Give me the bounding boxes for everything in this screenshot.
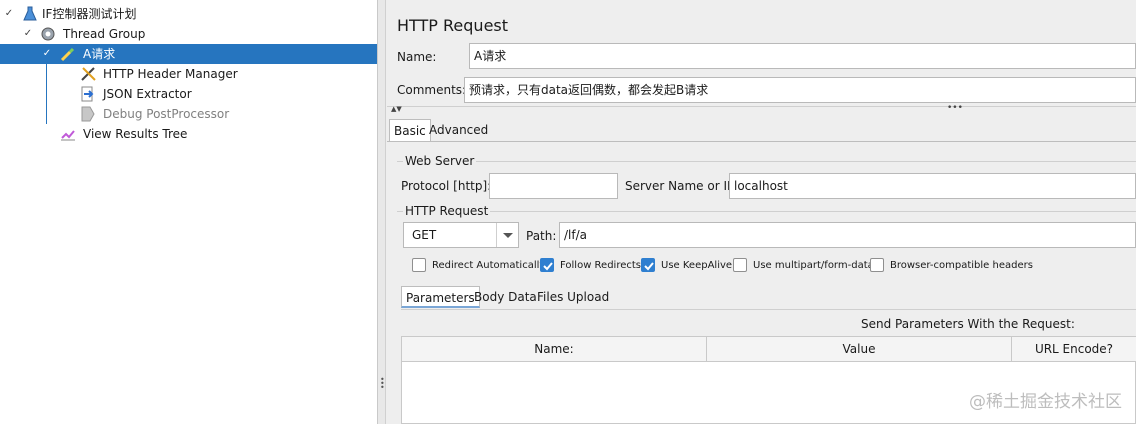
comments-field[interactable]: 预请求，只有data返回偶数，都会发起B请求 — [464, 77, 1136, 103]
multipart-checkbox[interactable] — [733, 258, 747, 272]
http-request-panel: HTTP Request Name: A请求 Comments: 预请求，只有d… — [387, 0, 1136, 424]
extractor-icon — [80, 86, 98, 102]
tree-node-label: HTTP Header Manager — [103, 67, 238, 81]
tree-node-label: JSON Extractor — [103, 87, 192, 101]
name-label: Name: — [397, 50, 437, 64]
path-label: Path: — [526, 229, 557, 243]
page-title: HTTP Request — [397, 16, 509, 35]
keepalive-checkbox[interactable] — [641, 258, 655, 272]
method-value: GET — [412, 228, 437, 242]
chevron-down-icon[interactable]: ✓ — [22, 24, 34, 44]
tree-selection-guide — [46, 62, 47, 124]
web-server-group — [397, 161, 1136, 162]
follow-redirects-checkbox[interactable] — [540, 258, 554, 272]
column-header-url-encode[interactable]: URL Encode? — [1012, 337, 1136, 362]
tab-body-data[interactable]: Body Data — [470, 286, 541, 308]
server-label: Server Name or IP: — [625, 179, 739, 193]
redirect-auto-label: Redirect Automatically — [432, 260, 546, 271]
redirect-auto-checkbox[interactable] — [412, 258, 426, 272]
comments-label: Comments: — [397, 83, 467, 97]
tree-node-label: View Results Tree — [83, 127, 188, 141]
collapse-bar[interactable]: ▲▼ ••• — [387, 103, 1136, 116]
gear-icon — [40, 26, 58, 42]
tree-node-label: Debug PostProcessor — [103, 107, 230, 121]
chevron-down-icon[interactable] — [496, 223, 518, 247]
tree-node-label: A请求 — [83, 47, 116, 61]
browser-headers-checkbox[interactable] — [870, 258, 884, 272]
web-server-title: Web Server — [403, 154, 477, 168]
follow-redirects-label: Follow Redirects — [560, 260, 641, 271]
column-header-value[interactable]: Value — [707, 337, 1012, 362]
chevron-down-icon[interactable]: ✓ — [41, 44, 53, 64]
subtab-divider — [401, 309, 1136, 310]
protocol-field[interactable] — [489, 173, 618, 199]
tree-node-a-request[interactable]: ✓ A请求 — [0, 44, 377, 64]
flask-icon — [22, 6, 40, 22]
chevron-down-icon[interactable]: ✓ — [3, 4, 15, 24]
splitter-grip-icon[interactable]: • • • — [380, 376, 385, 392]
debug-icon — [80, 106, 98, 122]
tab-parameters[interactable]: Parameters — [401, 286, 480, 308]
method-select[interactable]: GET — [403, 222, 519, 248]
server-field[interactable]: localhost — [729, 173, 1136, 199]
column-header-name[interactable]: Name: — [402, 337, 707, 362]
browser-headers-label: Browser-compatible headers — [890, 260, 1033, 271]
multipart-label: Use multipart/form-data — [753, 260, 874, 271]
http-request-group — [397, 211, 1136, 212]
tab-divider — [387, 141, 1136, 142]
pane-splitter[interactable]: • • • — [378, 0, 386, 424]
protocol-label: Protocol [http]: — [401, 179, 492, 193]
chart-icon — [60, 126, 78, 142]
send-params-label: Send Parameters With the Request: — [861, 317, 1075, 331]
drag-dots-icon[interactable]: ••• — [947, 103, 963, 113]
tab-files-upload[interactable]: Files Upload — [533, 286, 613, 308]
tab-advanced[interactable]: Advanced — [425, 119, 492, 141]
pipette-icon — [60, 46, 78, 62]
tree-node-label: IF控制器测试计划 — [42, 7, 137, 21]
collapse-arrows-icon[interactable]: ▲▼ — [391, 105, 402, 113]
watermark: @稀土掘金技术社区 — [969, 392, 1122, 412]
tools-icon — [80, 66, 98, 82]
keepalive-label: Use KeepAlive — [661, 260, 733, 271]
path-field[interactable]: /lf/a — [559, 222, 1136, 248]
http-request-title: HTTP Request — [403, 204, 491, 218]
name-field[interactable]: A请求 — [469, 43, 1136, 69]
test-plan-tree[interactable]: ✓ IF控制器测试计划 ✓ Thread Group ✓ A请求 HTTP He… — [0, 0, 378, 424]
tree-node-label: Thread Group — [63, 27, 146, 41]
